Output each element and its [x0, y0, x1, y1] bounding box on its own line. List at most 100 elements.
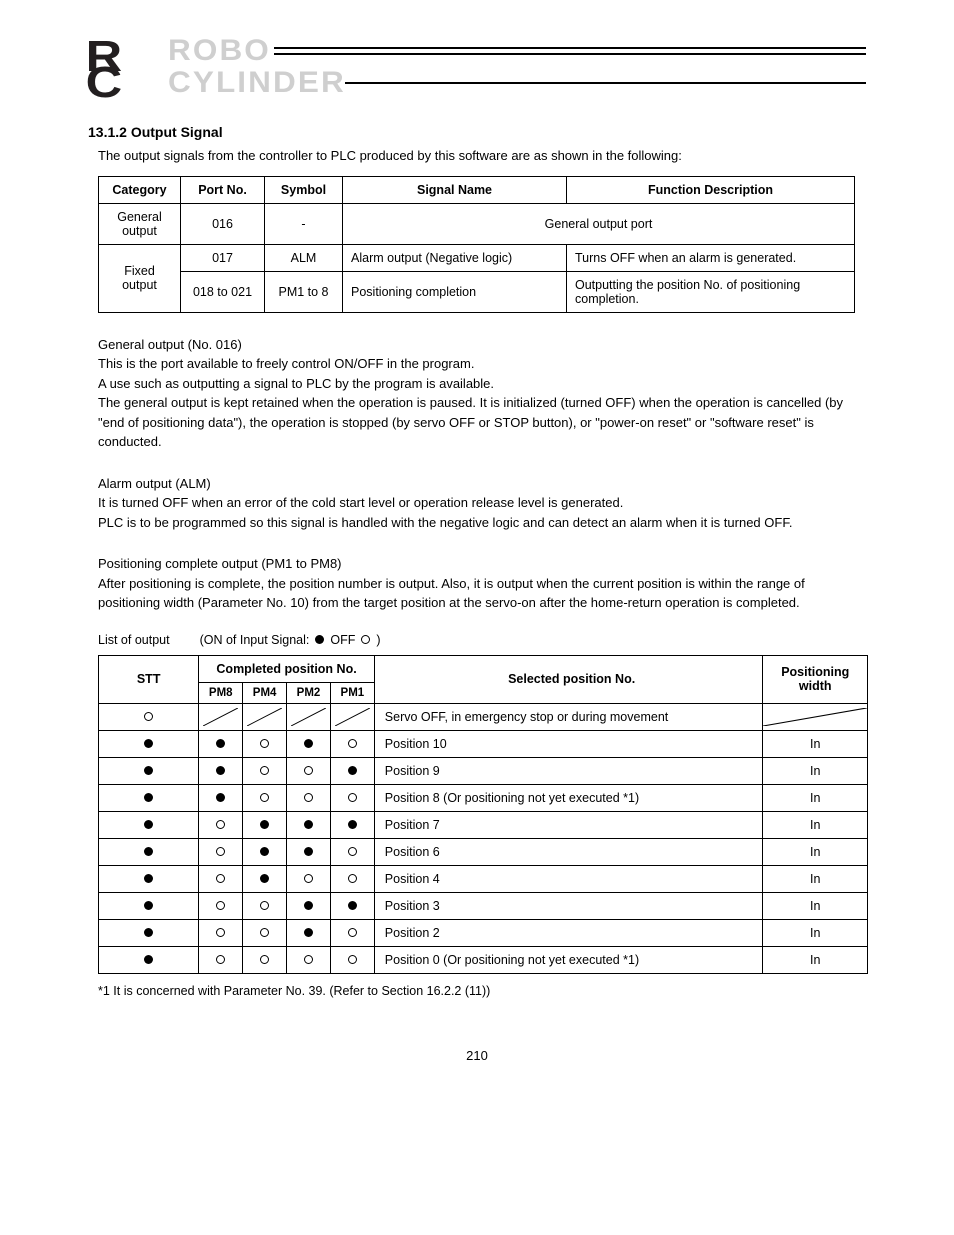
cell-pw: In [763, 730, 868, 757]
dot-off-icon [260, 739, 269, 748]
cell-desc: Outputting the position No. of positioni… [567, 271, 855, 312]
cell-pm [243, 757, 287, 784]
legend-prefix: (ON of Input Signal: [200, 633, 310, 647]
dot-off-icon [216, 847, 225, 856]
table-row: Position 7In [99, 811, 868, 838]
dot-off-icon [348, 847, 357, 856]
dot-on-icon [144, 793, 153, 802]
dot-off-icon [216, 928, 225, 937]
dot-off-icon [260, 766, 269, 775]
cell-symbol: PM1 to 8 [265, 271, 343, 312]
signal-summary-table: Category Port No. Symbol Signal Name Fun… [98, 176, 855, 313]
cell-pm [330, 919, 374, 946]
table-row: Position 10In [99, 730, 868, 757]
dot-off-icon [260, 793, 269, 802]
cell-pm [199, 811, 243, 838]
cell-pm [199, 838, 243, 865]
table-row: Position 0 (Or positioning not yet execu… [99, 946, 868, 973]
cell-pm [287, 784, 331, 811]
cell-pm [330, 784, 374, 811]
dot-off-icon [260, 955, 269, 964]
cell-selected: Position 9 [374, 757, 763, 784]
col-sub-pm4: PM4 [243, 682, 287, 703]
dot-off-icon [304, 793, 313, 802]
dot-off-icon [304, 874, 313, 883]
cell-port: 017 [181, 244, 265, 271]
cell-pw: In [763, 892, 868, 919]
cell-port: 018 to 021 [181, 271, 265, 312]
subhead-general: General output (No. 016) [98, 335, 866, 355]
col-header-category: Category [99, 176, 181, 203]
cell-name-merged: General output port [343, 203, 855, 244]
col-sub-pm2: PM2 [287, 682, 331, 703]
diagonal-na-icon [203, 708, 238, 726]
cell-name: Positioning completion [343, 271, 567, 312]
dot-off-icon [216, 820, 225, 829]
dot-on-icon [304, 928, 313, 937]
header-logo-row: R C ROBO CYLINDER [88, 36, 866, 98]
cell-selected: Position 10 [374, 730, 763, 757]
table-row: Servo OFF, in emergency stop or during m… [99, 703, 868, 730]
dot-off-icon [361, 635, 370, 644]
col-sub-pm8: PM8 [199, 682, 243, 703]
diagonal-na-icon [247, 708, 282, 726]
dot-on-icon [304, 847, 313, 856]
dot-on-icon [144, 901, 153, 910]
dot-on-icon [304, 901, 313, 910]
dot-on-icon [216, 793, 225, 802]
cell-pm [243, 919, 287, 946]
diagonal-na-icon [763, 708, 867, 726]
dot-off-icon [144, 712, 153, 721]
legend-off-label: OFF [330, 633, 355, 647]
diagonal-na-icon [291, 708, 326, 726]
cell-desc: Turns OFF when an alarm is generated. [567, 244, 855, 271]
cell-pm [243, 892, 287, 919]
dot-off-icon [348, 928, 357, 937]
cell-name: Alarm output (Negative logic) [343, 244, 567, 271]
cell-selected: Position 8 (Or positioning not yet execu… [374, 784, 763, 811]
table-row: Position 9In [99, 757, 868, 784]
cell-pw: In [763, 919, 868, 946]
cell-stt [99, 730, 199, 757]
intro-paragraph: The output signals from the controller t… [98, 146, 866, 166]
table-row: 018 to 021 PM1 to 8 Positioning completi… [99, 271, 855, 312]
cell-symbol: ALM [265, 244, 343, 271]
dot-off-icon [260, 928, 269, 937]
col-header-signalname: Signal Name [343, 176, 567, 203]
dot-on-icon [304, 739, 313, 748]
col-header-symbol: Symbol [265, 176, 343, 203]
table-row: Position 4In [99, 865, 868, 892]
cell-pm [243, 730, 287, 757]
cell-pm [243, 784, 287, 811]
cell-pw: In [763, 784, 868, 811]
cell-pm [287, 730, 331, 757]
cell-pm [199, 865, 243, 892]
cell-stt [99, 919, 199, 946]
dot-on-icon [348, 766, 357, 775]
cell-pw: In [763, 838, 868, 865]
cell-selected: Position 4 [374, 865, 763, 892]
cell-selected: Position 0 (Or positioning not yet execu… [374, 946, 763, 973]
cell-pm [287, 811, 331, 838]
cell-pw: In [763, 865, 868, 892]
cell-selected: Position 2 [374, 919, 763, 946]
cell-pm [330, 757, 374, 784]
dot-on-icon [144, 766, 153, 775]
cell-pm [199, 919, 243, 946]
cell-pm [199, 892, 243, 919]
cell-stt [99, 757, 199, 784]
page-number: 210 [88, 1048, 866, 1063]
para-pm: After positioning is complete, the posit… [98, 574, 866, 613]
dot-on-icon [216, 739, 225, 748]
cell-stt [99, 703, 199, 730]
dot-on-icon [144, 874, 153, 883]
dot-off-icon [348, 739, 357, 748]
cell-pm [199, 703, 243, 730]
dot-on-icon [216, 766, 225, 775]
table-row: Position 3In [99, 892, 868, 919]
dot-on-icon [304, 820, 313, 829]
legend-suffix: ) [376, 633, 380, 647]
dot-on-icon [144, 820, 153, 829]
dot-on-icon [260, 820, 269, 829]
dot-on-icon [260, 874, 269, 883]
